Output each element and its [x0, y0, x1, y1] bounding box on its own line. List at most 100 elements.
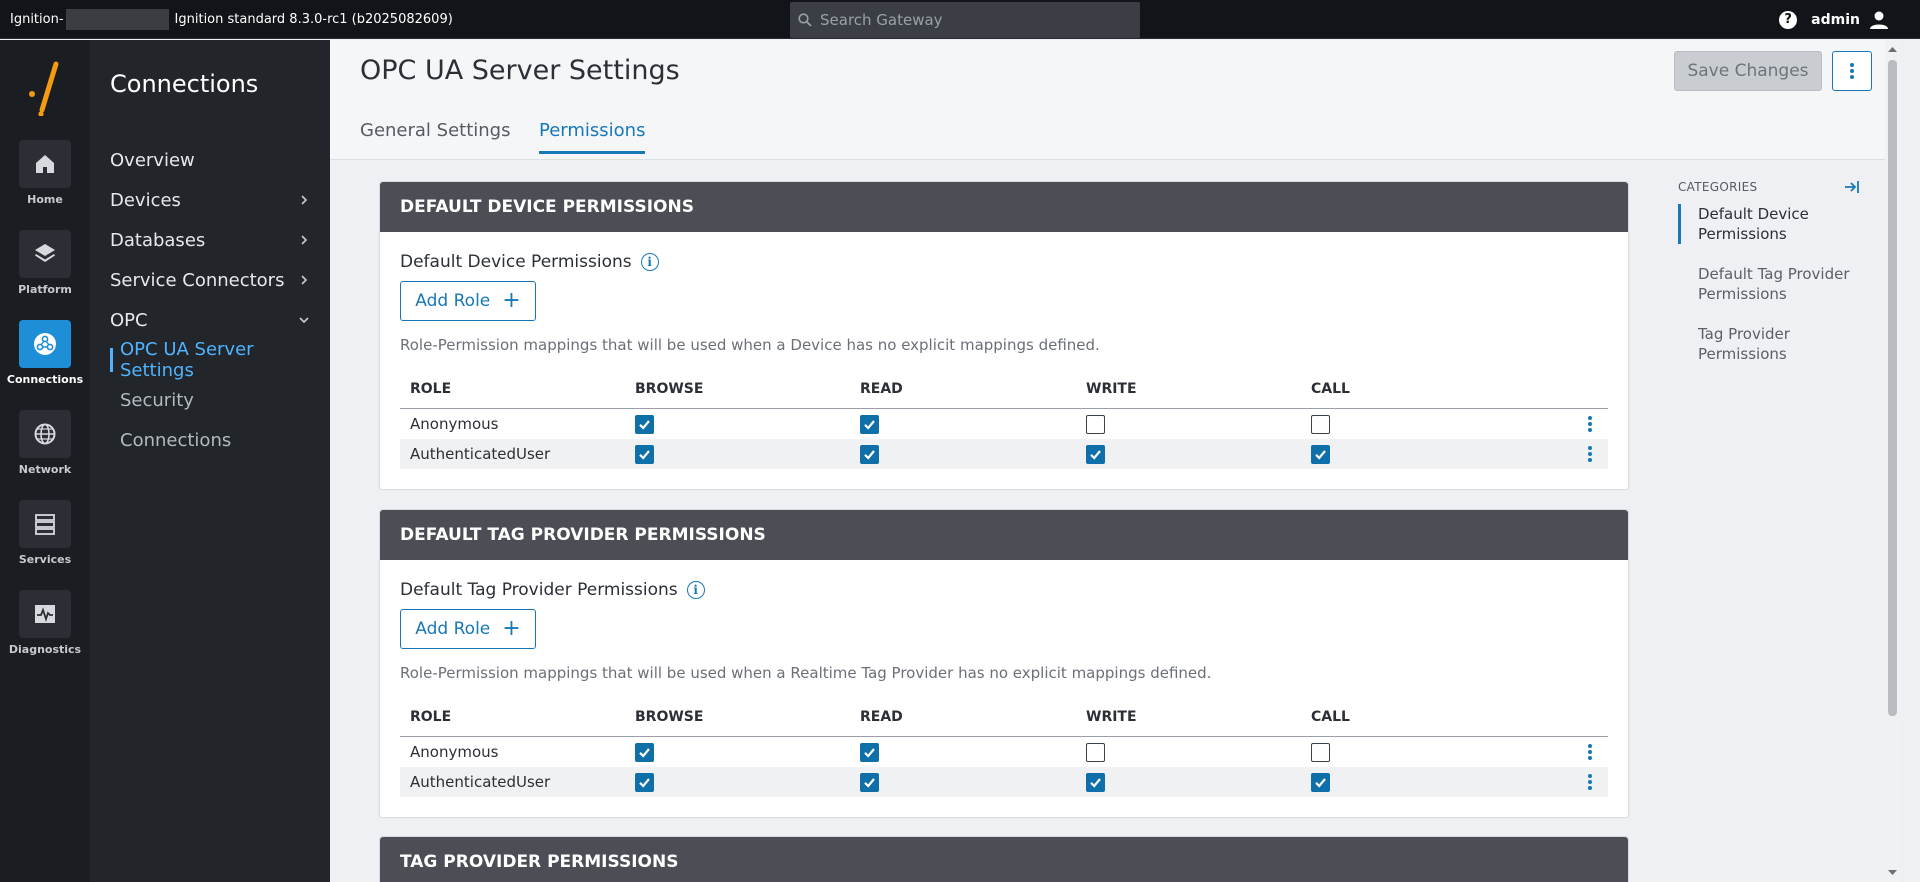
nav-item-security[interactable]: Security: [120, 383, 320, 417]
page-scrollbar[interactable]: [1885, 40, 1900, 882]
row-menu-button[interactable]: [1588, 409, 1592, 439]
browse-checkbox[interactable]: [635, 742, 654, 762]
rail-platform[interactable]: Platform: [0, 230, 90, 308]
scroll-thumb[interactable]: [1888, 60, 1897, 716]
card-heading: DEFAULT DEVICE PERMISSIONS: [380, 182, 1628, 232]
column-header-call: CALL: [1311, 708, 1350, 725]
role-name: Anonymous: [410, 743, 499, 761]
category-default-device-permissions[interactable]: Default Device Permissions: [1678, 204, 1868, 244]
nav-item-label: Connections: [120, 429, 232, 451]
info-icon[interactable]: i: [686, 581, 705, 599]
table-header-row: ROLE BROWSE READ WRITE CALL: [400, 369, 1608, 409]
ignition-logo[interactable]: [22, 58, 66, 116]
chevron-right-icon: [301, 195, 308, 205]
home-icon: [36, 155, 54, 173]
row-menu-button[interactable]: [1588, 439, 1592, 469]
nav-item-label: Overview: [110, 149, 195, 171]
row-menu-button[interactable]: [1588, 767, 1592, 797]
page-title: OPC UA Server Settings: [360, 55, 680, 86]
table-row: Anonymous: [400, 409, 1608, 439]
kebab-icon: [1850, 63, 1854, 79]
write-checkbox[interactable]: [1086, 742, 1105, 762]
default-tag-provider-permissions-card: DEFAULT TAG PROVIDER PERMISSIONS Default…: [379, 509, 1629, 818]
tab-general-settings[interactable]: General Settings: [360, 120, 511, 151]
tag-provider-permissions-card: TAG PROVIDER PERMISSIONS: [379, 836, 1629, 882]
kebab-icon: [1588, 744, 1592, 760]
top-bar: Ignition- Ignition standard 8.3.0-rc1 (b…: [0, 0, 1920, 39]
collapse-panel-icon[interactable]: [1843, 178, 1861, 196]
category-default-tag-provider-permissions[interactable]: Default Tag Provider Permissions: [1678, 264, 1868, 304]
write-checkbox[interactable]: [1086, 444, 1105, 464]
add-role-button[interactable]: Add Role +: [400, 609, 536, 649]
nav-item-label: OPC: [110, 309, 148, 331]
browse-checkbox[interactable]: [635, 772, 654, 792]
call-checkbox[interactable]: [1311, 414, 1330, 434]
section-nav: Connections Overview Devices Databases S…: [90, 40, 330, 882]
nav-item-connections[interactable]: Connections: [120, 423, 320, 457]
help-icon[interactable]: ?: [1779, 10, 1798, 29]
chevron-down-icon: [299, 317, 309, 324]
call-checkbox[interactable]: [1311, 772, 1330, 792]
field-label: Default Tag Provider Permissions i: [400, 580, 705, 600]
rail-label-connections: Connections: [6, 373, 84, 386]
nav-item-service-connectors[interactable]: Service Connectors: [110, 263, 310, 297]
rail-diagnostics[interactable]: Diagnostics: [0, 590, 90, 668]
write-checkbox[interactable]: [1086, 772, 1105, 792]
plus-icon: +: [502, 288, 521, 313]
rail-connections[interactable]: Connections: [0, 320, 90, 398]
column-header-role: ROLE: [410, 380, 452, 397]
pulse-icon: [35, 605, 55, 623]
tab-permissions[interactable]: Permissions: [539, 120, 646, 154]
read-checkbox[interactable]: [860, 444, 879, 464]
nav-item-label: Databases: [110, 229, 206, 251]
kebab-icon: [1588, 416, 1592, 432]
rail-home[interactable]: Home: [0, 140, 90, 218]
nav-item-label: OPC UA Server Settings: [120, 339, 254, 381]
kebab-icon: [1588, 774, 1592, 790]
call-checkbox[interactable]: [1311, 444, 1330, 464]
add-role-button[interactable]: Add Role +: [400, 281, 536, 321]
row-menu-button[interactable]: [1588, 737, 1592, 767]
search-gateway-input[interactable]: Search Gateway: [790, 2, 1140, 38]
server-icon: [35, 514, 55, 535]
column-header-read: READ: [860, 708, 903, 725]
write-checkbox[interactable]: [1086, 414, 1105, 434]
category-tag-provider-permissions[interactable]: Tag Provider Permissions: [1678, 324, 1868, 364]
card-heading: DEFAULT TAG PROVIDER PERMISSIONS: [380, 510, 1628, 560]
nav-item-overview[interactable]: Overview: [110, 143, 310, 177]
read-checkbox[interactable]: [860, 772, 879, 792]
read-checkbox[interactable]: [860, 742, 879, 762]
kebab-icon: [1588, 446, 1592, 462]
plus-icon: +: [502, 616, 521, 641]
column-header-browse: BROWSE: [635, 708, 704, 725]
column-header-browse: BROWSE: [635, 380, 704, 397]
left-rail: Home Platform Connections Network Servic…: [0, 40, 90, 882]
main-content: OPC UA Server Settings General Settings …: [330, 40, 1900, 882]
more-options-button[interactable]: [1832, 51, 1872, 91]
browse-checkbox[interactable]: [635, 414, 654, 434]
user-name[interactable]: admin: [1811, 12, 1860, 28]
scroll-down-icon[interactable]: [1885, 866, 1900, 878]
scroll-up-icon[interactable]: [1885, 44, 1900, 56]
field-label-text: Default Tag Provider Permissions: [400, 580, 678, 600]
browse-checkbox[interactable]: [635, 444, 654, 464]
role-name: AuthenticatedUser: [410, 773, 551, 791]
rail-services[interactable]: Services: [0, 500, 90, 578]
table-row: AuthenticatedUser: [400, 767, 1608, 797]
info-icon[interactable]: i: [640, 253, 659, 271]
column-header-write: WRITE: [1086, 380, 1137, 397]
rail-network[interactable]: Network: [0, 410, 90, 488]
user-icon[interactable]: [1868, 9, 1890, 31]
nav-item-label: Security: [120, 389, 194, 411]
read-checkbox[interactable]: [860, 414, 879, 434]
role-name: AuthenticatedUser: [410, 445, 551, 463]
nav-item-opc-ua-server-settings[interactable]: OPC UA Server Settings: [110, 339, 320, 381]
nav-item-devices[interactable]: Devices: [110, 183, 310, 217]
call-checkbox[interactable]: [1311, 742, 1330, 762]
rail-label-network: Network: [18, 463, 72, 476]
nav-item-databases[interactable]: Databases: [110, 223, 310, 257]
search-placeholder: Search Gateway: [820, 11, 943, 29]
rail-label-home: Home: [27, 193, 63, 206]
nav-item-opc[interactable]: OPC: [110, 303, 310, 337]
save-changes-button[interactable]: Save Changes: [1674, 51, 1822, 91]
